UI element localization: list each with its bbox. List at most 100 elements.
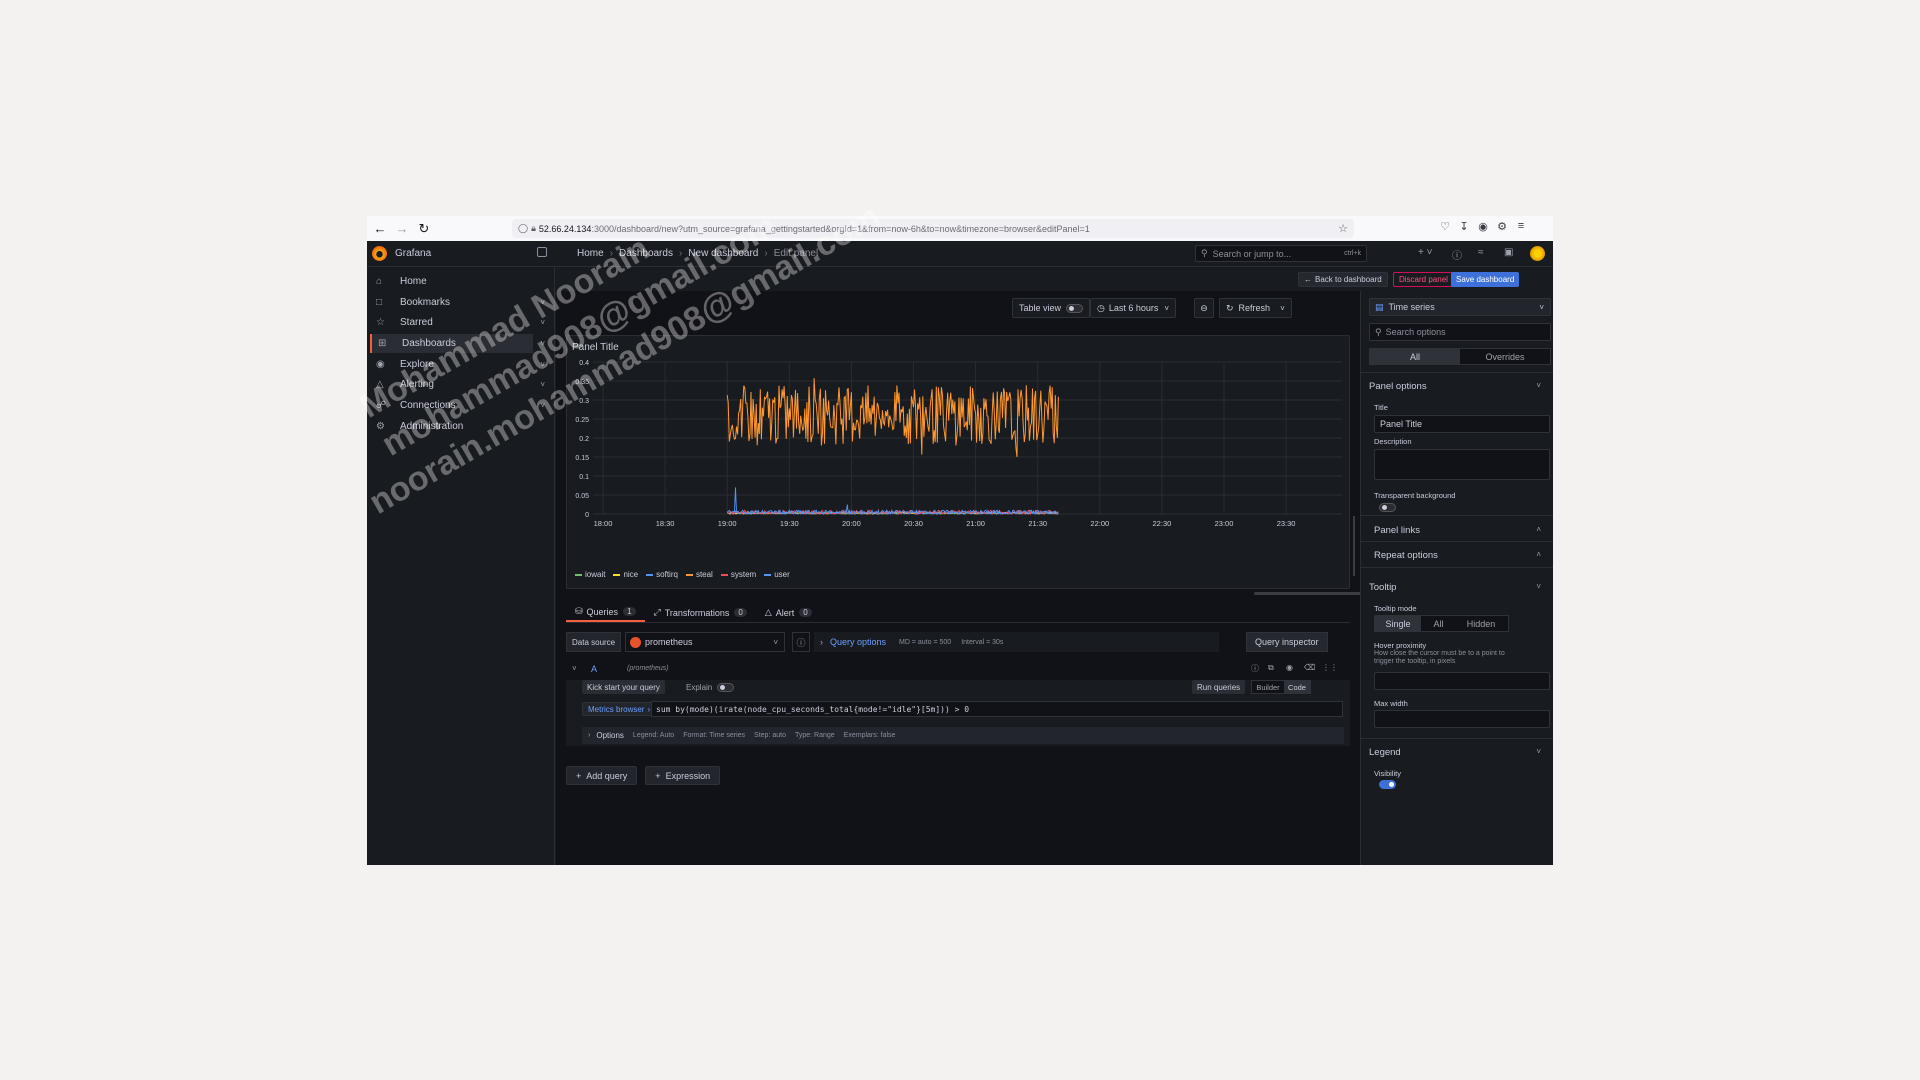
query-help-icon[interactable]: ⓘ	[1251, 663, 1259, 674]
breadcrumb-new-dashboard[interactable]: New dashboard	[688, 248, 758, 259]
sidebar-item-connections[interactable]: ☍ Connections ˅	[370, 396, 545, 415]
data-source-select[interactable]: prometheus ˅	[625, 632, 785, 652]
legend-item-iowait[interactable]: iowait	[575, 570, 605, 579]
explain-switch[interactable]	[717, 683, 734, 692]
editor-mode-toggle[interactable]: Builder Code	[1251, 680, 1311, 694]
search-options-input[interactable]: ⚲ Search options	[1369, 323, 1551, 341]
legend-item-system[interactable]: system	[720, 570, 756, 579]
transparent-bg-switch[interactable]	[1379, 503, 1396, 512]
tab-queries[interactable]: ⛁ Queries 1	[566, 603, 645, 622]
promql-editor[interactable]: sum by(mode)(irate(node_cpu_seconds_tota…	[651, 701, 1343, 717]
tooltip-mode-single[interactable]: Single	[1375, 616, 1421, 631]
chevron-down-icon[interactable]: ˅	[540, 360, 545, 369]
download-icon[interactable]: ↧	[1456, 220, 1472, 233]
menu-icon[interactable]: ≡	[1513, 220, 1529, 232]
user-avatar[interactable]	[1530, 246, 1545, 261]
zoom-out-button[interactable]: ⊖	[1194, 298, 1214, 318]
help-icon[interactable]: ⓘ	[1452, 247, 1462, 262]
sidebar-item-bookmarks[interactable]: □ Bookmarks ˅	[370, 293, 545, 312]
sidebar-item-alerting[interactable]: △ Alerting ˅	[370, 375, 545, 394]
run-queries-button[interactable]: Run queries	[1192, 680, 1246, 694]
panel-options-heading[interactable]: Panel options	[1369, 381, 1427, 392]
chevron-down-icon[interactable]: ˅	[540, 380, 545, 389]
description-textarea[interactable]	[1374, 449, 1550, 480]
query-ref-id[interactable]: A	[591, 664, 597, 674]
query-inspector-button[interactable]: Query inspector	[1246, 632, 1328, 652]
account-icon[interactable]: ◉	[1475, 220, 1491, 233]
query-options-bar[interactable]: › Query options MD = auto = 500 Interval…	[814, 632, 1219, 652]
refresh-button[interactable]: ↻ Refresh ˅	[1219, 298, 1292, 318]
chevron-down-icon[interactable]: ˅	[1536, 747, 1541, 756]
add-query-button[interactable]: + Add query	[566, 766, 638, 785]
tab-alert[interactable]: △ Alert 0	[756, 603, 821, 622]
builder-mode-option[interactable]: Builder	[1252, 681, 1284, 693]
sidebar-item-explore[interactable]: ◉ Explore ˅	[370, 355, 545, 374]
legend-item-user[interactable]: user	[764, 570, 790, 579]
time-series-chart[interactable]: 0 0.05 0.1 0.15 0.2 0.25 0.3 0.35 0.4 18:00 18:30 1…	[567, 336, 1351, 566]
legend-item-steal[interactable]: steal	[685, 570, 713, 579]
chevron-down-icon[interactable]: ˅	[540, 339, 545, 348]
search-input[interactable]: ⚲ Search or jump to... ctrl+k	[1195, 245, 1367, 262]
tab-all[interactable]: All	[1370, 349, 1460, 364]
sidebar-item-dashboards[interactable]: ⊞ Dashboards ˅	[370, 334, 545, 353]
code-mode-option[interactable]: Code	[1284, 681, 1310, 693]
grafana-logo-icon[interactable]	[372, 246, 387, 261]
delete-query-icon[interactable]: ⌫	[1304, 663, 1315, 672]
chevron-down-icon[interactable]: ˅	[540, 401, 545, 410]
table-view-toggle[interactable]: Table view	[1012, 298, 1091, 318]
dock-menu-icon[interactable]	[537, 247, 547, 257]
drag-handle-icon[interactable]: ⋮⋮	[1322, 663, 1338, 672]
chevron-down-icon[interactable]: ˅	[1536, 381, 1541, 390]
legend-visibility-switch[interactable]	[1379, 780, 1396, 789]
tab-transformations[interactable]: ⤢ Transformations 0	[645, 603, 756, 622]
add-new-icon[interactable]: + ˅	[1418, 247, 1432, 258]
options-filter-tabs[interactable]: All Overrides	[1369, 348, 1551, 365]
legend-item-softirq[interactable]: softirq	[646, 570, 678, 579]
sidebar-item-starred[interactable]: ☆ Starred ˅	[370, 313, 545, 332]
time-range-picker[interactable]: ◷ Last 6 hours ˅	[1090, 298, 1177, 318]
add-expression-button[interactable]: + Expression	[645, 766, 721, 785]
kiosk-icon[interactable]: ▣	[1504, 247, 1513, 258]
pane-resize-handle[interactable]	[1353, 516, 1355, 576]
forward-arrow-icon[interactable]: →	[393, 220, 411, 238]
back-arrow-icon[interactable]: ←	[371, 220, 389, 238]
save-dashboard-button[interactable]: Save dashboard	[1451, 272, 1520, 287]
reload-icon[interactable]: ↻	[415, 220, 433, 238]
metrics-browser-button[interactable]: Metrics browser ›	[582, 702, 657, 716]
collapse-chevron-icon[interactable]: ˅	[572, 664, 577, 673]
max-width-input[interactable]	[1374, 710, 1550, 728]
title-input[interactable]: Panel Title	[1374, 415, 1550, 433]
query-options-row[interactable]: › Options Legend: Auto Format: Time seri…	[582, 727, 1344, 744]
chevron-up-icon[interactable]: ˄	[1536, 525, 1541, 534]
hide-query-icon[interactable]: ◉	[1286, 663, 1293, 672]
pocket-icon[interactable]: ♡	[1437, 220, 1453, 233]
table-view-switch[interactable]	[1066, 303, 1084, 313]
chevron-down-icon[interactable]: ˅	[1280, 304, 1285, 313]
hover-proximity-input[interactable]	[1374, 672, 1550, 690]
legend-heading[interactable]: Legend	[1369, 747, 1401, 758]
legend-item-nice[interactable]: nice	[613, 570, 638, 579]
tooltip-mode-hidden[interactable]: Hidden	[1456, 616, 1506, 631]
back-to-dashboard-button[interactable]: ← Back to dashboard	[1298, 272, 1388, 287]
chevron-up-icon[interactable]: ˄	[1536, 550, 1541, 559]
data-source-help-icon[interactable]: ⓘ	[792, 632, 810, 652]
tab-overrides[interactable]: Overrides	[1460, 349, 1550, 364]
breadcrumb-dashboards[interactable]: Dashboards	[619, 248, 673, 259]
chevron-down-icon[interactable]: ˅	[540, 318, 545, 327]
bookmark-star-icon[interactable]: ☆	[1338, 222, 1348, 235]
kick-start-button[interactable]: Kick start your query	[582, 680, 665, 694]
duplicate-query-icon[interactable]: ⧉	[1268, 663, 1274, 673]
tooltip-mode-all[interactable]: All	[1421, 616, 1456, 631]
sidebar-item-home[interactable]: ⌂ Home	[370, 272, 533, 291]
discard-panel-button[interactable]: Discard panel	[1393, 272, 1454, 287]
visualization-picker[interactable]: ▤ Time series ˅	[1369, 298, 1551, 316]
breadcrumb-home[interactable]: Home	[577, 248, 604, 259]
repeat-options-heading[interactable]: Repeat options	[1374, 550, 1438, 561]
chevron-down-icon[interactable]: ˅	[1536, 582, 1541, 591]
tooltip-heading[interactable]: Tooltip	[1369, 582, 1396, 593]
address-bar[interactable]: ◯ 🔒︎ 52.66.24.134:3000/dashboard/new?utm…	[512, 219, 1354, 238]
extensions-icon[interactable]: ⚙	[1494, 220, 1510, 233]
query-options-link[interactable]: Query options	[830, 637, 886, 647]
sidebar-item-administration[interactable]: ⚙ Administration	[370, 417, 533, 436]
panel-links-heading[interactable]: Panel links	[1374, 525, 1420, 536]
